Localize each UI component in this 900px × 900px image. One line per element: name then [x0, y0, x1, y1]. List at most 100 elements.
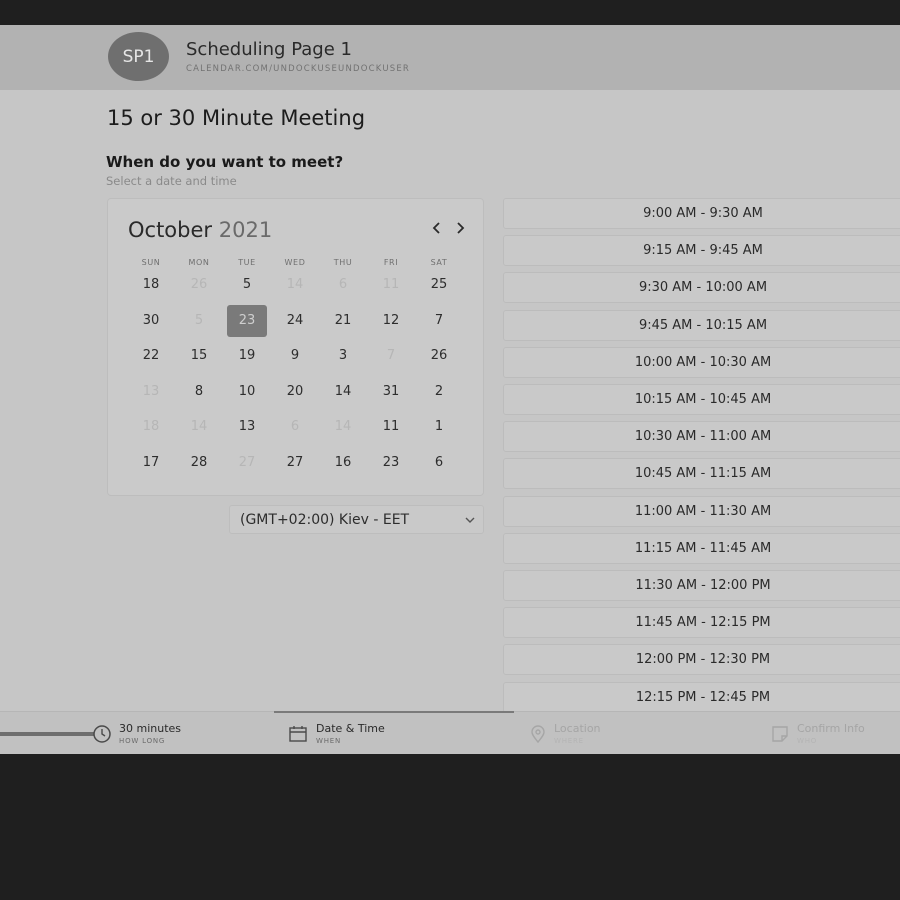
- calendar-day: 5: [194, 313, 204, 328]
- calendar-icon: [289, 726, 307, 742]
- calendar-day[interactable]: 20: [275, 376, 315, 408]
- calendar-day[interactable]: 25: [419, 269, 459, 301]
- time-slot-button[interactable]: 10:15 AM - 10:45 AM: [503, 384, 900, 415]
- step-duration[interactable]: 30 minutes HOW LONG: [92, 712, 242, 754]
- prev-month-button[interactable]: [432, 219, 442, 238]
- calendar-day[interactable]: 18: [131, 269, 171, 301]
- map-pin-icon: [531, 725, 545, 744]
- calendar-day: 11: [382, 277, 400, 292]
- step-date-time[interactable]: Date & Time WHEN: [288, 712, 438, 754]
- step-subtitle: WHO: [797, 737, 818, 745]
- calendar-day[interactable]: 10: [227, 376, 267, 408]
- weekday-label: MON: [188, 258, 210, 267]
- calendar-day[interactable]: 27: [275, 447, 315, 479]
- step-title: Confirm Info: [797, 722, 865, 735]
- calendar-day: 14: [190, 419, 208, 434]
- calendar-day: 7: [386, 348, 396, 363]
- calendar-day[interactable]: 1: [419, 411, 459, 443]
- calendar-day[interactable]: 7: [419, 305, 459, 337]
- step-title: Location: [554, 722, 601, 735]
- month-year-label: October 2021: [128, 218, 272, 242]
- next-month-button[interactable]: [455, 219, 465, 238]
- note-icon: [772, 726, 788, 742]
- calendar-day: 6: [338, 277, 348, 292]
- step-subtitle: WHERE: [554, 737, 584, 745]
- calendar-day[interactable]: 5: [227, 269, 267, 301]
- calendar-day: 14: [286, 277, 304, 292]
- step-title: Date & Time: [316, 722, 385, 735]
- step-location[interactable]: Location WHERE: [528, 712, 668, 754]
- meeting-title: 15 or 30 Minute Meeting: [107, 106, 366, 130]
- time-slot-button[interactable]: 10:45 AM - 11:15 AM: [503, 458, 900, 490]
- chevron-right-icon: [457, 222, 465, 234]
- time-slot-button[interactable]: 9:45 AM - 10:15 AM: [503, 309, 900, 341]
- calendar-day[interactable]: 9: [275, 340, 315, 372]
- step-title: 30 minutes: [119, 722, 182, 735]
- time-slot-button[interactable]: 9:00 AM - 9:30 AM: [503, 198, 900, 229]
- scheduling-page: SP1 Scheduling Page 1 CALENDAR.COM/UNDOC…: [0, 25, 900, 754]
- calendar-day[interactable]: 14: [323, 376, 363, 408]
- month-label: October: [128, 218, 213, 242]
- scheduling-page-url[interactable]: CALENDAR.COM/UNDOCKUSEUNDOCKUSER: [186, 64, 410, 74]
- step-subtitle: WHEN: [316, 737, 342, 745]
- step-confirm-info[interactable]: Confirm Info WHO: [770, 712, 900, 754]
- calendar-day[interactable]: 11: [371, 411, 411, 443]
- weekday-label: TUE: [238, 258, 256, 267]
- calendar-day: 27: [238, 455, 256, 470]
- weekday-label: THU: [333, 258, 353, 267]
- calendar-day[interactable]: 17: [131, 447, 171, 479]
- calendar-day[interactable]: 22: [131, 340, 171, 372]
- calendar-day: 13: [142, 384, 160, 399]
- time-slot-button[interactable]: 10:30 AM - 11:00 AM: [503, 421, 900, 453]
- calendar-day[interactable]: 30: [131, 305, 171, 337]
- chevron-left-icon: [432, 222, 440, 234]
- time-slot-button[interactable]: 9:15 AM - 9:45 AM: [503, 235, 900, 267]
- scheduling-page-name: Scheduling Page 1: [186, 39, 352, 60]
- weekday-label: SUN: [141, 258, 161, 267]
- calendar-day: 14: [334, 419, 352, 434]
- time-slot-button[interactable]: 9:30 AM - 10:00 AM: [503, 272, 900, 304]
- weekday-label: FRI: [383, 258, 399, 267]
- section-heading: When do you want to meet?: [106, 153, 344, 171]
- calendar-day: 26: [190, 277, 208, 292]
- timezone-value: (GMT+02:00) Kiev - EET: [240, 512, 410, 528]
- selected-day[interactable]: 23: [227, 305, 267, 337]
- calendar-day[interactable]: 12: [371, 305, 411, 337]
- time-slot-button[interactable]: 11:15 AM - 11:45 AM: [503, 532, 900, 564]
- step-subtitle: HOW LONG: [119, 737, 166, 745]
- calendar-day[interactable]: 8: [179, 376, 219, 408]
- calendar-day[interactable]: 28: [179, 447, 219, 479]
- time-slot-button[interactable]: 11:00 AM - 11:30 AM: [503, 495, 900, 527]
- year-label: 2021: [218, 218, 273, 242]
- calendar-day: 6: [290, 419, 300, 434]
- date-picker: October 2021 SUN MON TUE WED THU FRI SAT 18 26 5…: [107, 198, 484, 496]
- calendar-day[interactable]: 16: [323, 447, 363, 479]
- time-slot-button[interactable]: 12:15 PM - 12:45 PM: [503, 681, 900, 713]
- calendar-day[interactable]: 3: [323, 340, 363, 372]
- calendar-day[interactable]: 15: [179, 340, 219, 372]
- clock-icon: [93, 725, 111, 743]
- calendar-day[interactable]: 31: [371, 376, 411, 408]
- time-slot-button[interactable]: 11:45 AM - 12:15 PM: [503, 607, 900, 639]
- section-hint: Select a date and time: [106, 174, 237, 188]
- calendar-day[interactable]: 13: [227, 411, 267, 443]
- calendar-day[interactable]: 6: [419, 447, 459, 479]
- avatar: SP1: [108, 32, 169, 81]
- calendar-day: 18: [142, 419, 160, 434]
- chevron-down-icon: [465, 517, 475, 523]
- page-header: SP1 Scheduling Page 1 CALENDAR.COM/UNDOC…: [0, 25, 900, 90]
- weekday-label: SAT: [430, 258, 448, 267]
- time-slot-button[interactable]: 12:00 PM - 12:30 PM: [503, 644, 900, 676]
- weekday-label: WED: [284, 258, 306, 267]
- calendar-day[interactable]: 23: [371, 447, 411, 479]
- calendar-day[interactable]: 2: [419, 376, 459, 408]
- time-slot-button[interactable]: 11:30 AM - 12:00 PM: [503, 570, 900, 601]
- calendar-day[interactable]: 19: [227, 340, 267, 372]
- calendar-day[interactable]: 24: [275, 305, 315, 337]
- timezone-select[interactable]: (GMT+02:00) Kiev - EET: [229, 505, 484, 534]
- calendar-day[interactable]: 26: [419, 340, 459, 372]
- calendar-day[interactable]: 21: [323, 305, 363, 337]
- time-slot-button[interactable]: 10:00 AM - 10:30 AM: [503, 346, 900, 378]
- progress-footer: 30 minutes HOW LONG Date & Time WHEN Loc…: [0, 711, 900, 754]
- progress-track: [0, 732, 95, 736]
